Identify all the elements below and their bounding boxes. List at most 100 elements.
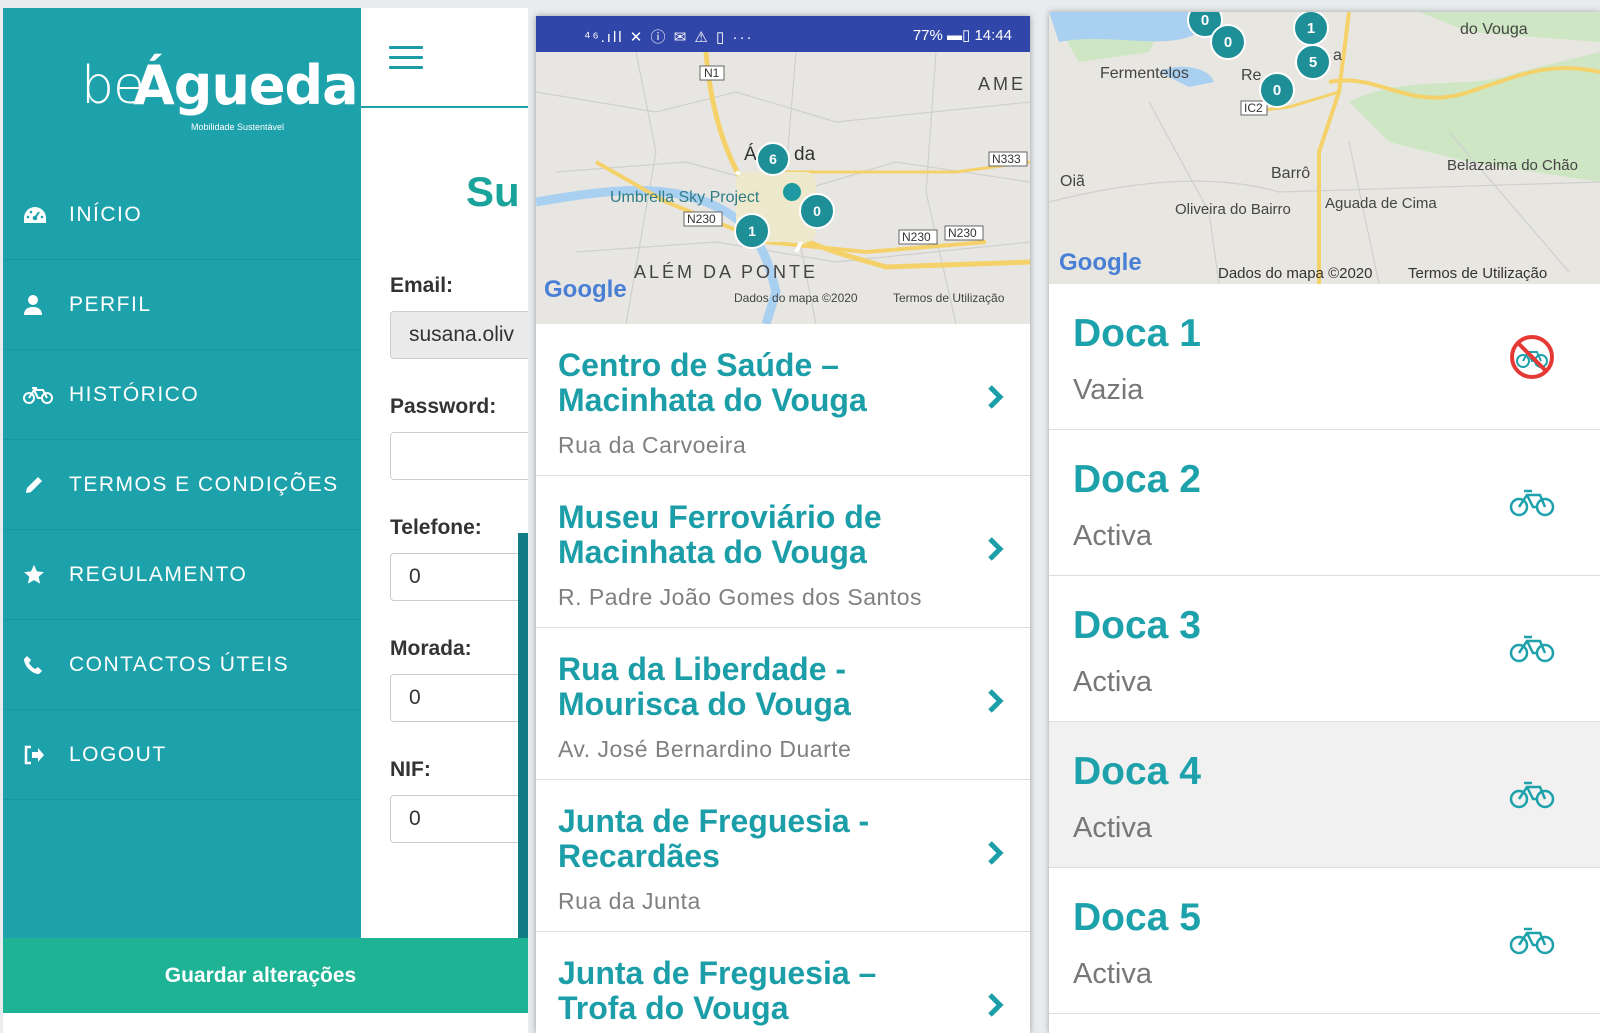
stations-map[interactable]: N1 N333 N230 N230 N230 AME ALÉM DA PONTE… (536, 52, 1030, 324)
list-item-dock[interactable]: Doca 4 Activa (1049, 722, 1600, 868)
svg-text:1: 1 (1307, 20, 1315, 37)
google-logo: Google (544, 276, 627, 303)
map-tiles: IC2 do Vouga Fermentelos Re a Oiã Barrô … (1049, 12, 1600, 284)
bicycle-icon (1509, 635, 1555, 663)
password-label: Password: (390, 395, 497, 418)
status-icons: ⁴⁶.ıll ✕ ⓘ ✉ ⚠ ▯ ··· (584, 29, 754, 46)
map-cluster-marker[interactable]: 0 (1210, 24, 1246, 60)
map-attribution: Dados do mapa ©2020 (734, 291, 858, 305)
menu-item-historico[interactable]: HISTÓRICO (3, 350, 361, 440)
dock-name: Doca 3 (1073, 604, 1201, 647)
list-item-dock[interactable]: Doca 1 Vazia (1049, 284, 1600, 430)
map-road-shield: N230 (687, 212, 716, 226)
pencil-icon (3, 474, 69, 496)
dashboard-icon (3, 204, 69, 226)
list-item-station[interactable]: Centro de Saúde – Macinhata do Vouga Rua… (536, 324, 1030, 476)
docks-map[interactable]: IC2 do Vouga Fermentelos Re a Oiã Barrô … (1049, 12, 1600, 284)
map-road-shield: N230 (948, 226, 977, 240)
map-cluster-marker[interactable]: 1 (734, 213, 770, 249)
menu-item-label: LOGOUT (69, 742, 167, 766)
map-label: Barrô (1271, 165, 1310, 182)
menu-item-label: PERFIL (69, 292, 152, 316)
menu-item-contactos[interactable]: CONTACTOS ÚTEIS (3, 620, 361, 710)
list-item-dock[interactable]: Doca 3 Activa (1049, 576, 1600, 722)
dock-name: Doca 1 (1073, 312, 1201, 355)
email-field[interactable]: susana.oliv (390, 311, 528, 359)
menu-item-termos[interactable]: TERMOS E CONDIÇÕES (3, 440, 361, 530)
chevron-right-icon[interactable] (984, 838, 1008, 868)
map-terms-link[interactable]: Termos de Utilização (1408, 265, 1547, 282)
map-road-shield: N230 (902, 230, 931, 244)
chevron-right-icon[interactable] (984, 990, 1008, 1020)
map-label: AME (978, 74, 1026, 94)
nif-field[interactable]: 0 (390, 795, 528, 843)
station-address: R. Padre João Gomes dos Santos (558, 584, 923, 610)
bicycle-icon (1509, 927, 1555, 955)
map-cluster-marker[interactable]: 0 (1259, 72, 1295, 108)
google-logo: Google (1059, 249, 1142, 276)
menu-item-regulamento[interactable]: REGULAMENTO (3, 530, 361, 620)
status-battery-time: 77% ▬▯ 14:44 (912, 27, 1012, 44)
station-name: Museu Ferroviário de Macinhata do Vouga (558, 499, 882, 570)
logo-main: Águeda (133, 54, 359, 117)
address-label: Morada: (390, 637, 472, 660)
dock-name: Doca 5 (1073, 896, 1201, 939)
list-item-station[interactable]: Museu Ferroviário de Macinhata do Vouga … (536, 476, 1030, 628)
menu-item-label: CONTACTOS ÚTEIS (69, 652, 290, 676)
svg-text:0: 0 (1201, 12, 1209, 29)
station-address: Rua da Carvoeira (558, 432, 747, 458)
save-changes-button[interactable]: Guardar alterações (3, 938, 528, 1013)
chevron-right-icon[interactable] (984, 686, 1008, 716)
map-tiles: N1 N333 N230 N230 N230 AME ALÉM DA PONTE… (536, 52, 1030, 324)
map-label-poi: Umbrella Sky Project (610, 189, 760, 206)
menu-item-inicio[interactable]: INÍCIO (3, 170, 361, 260)
menu-item-label: REGULAMENTO (69, 562, 248, 586)
list-item-station[interactable]: Junta de Freguesia – Trofa do Vouga (536, 932, 1030, 1033)
app-logo: be Águeda Mobilidade Sustentável (81, 54, 359, 136)
menu-item-logout[interactable]: LOGOUT (3, 710, 361, 800)
logo-tagline: Mobilidade Sustentável (191, 122, 285, 132)
list-item-dock[interactable]: Doca 2 Activa (1049, 430, 1600, 576)
svg-text:0: 0 (813, 203, 821, 219)
map-label: do Vouga (1460, 21, 1528, 38)
dock-status: Activa (1073, 958, 1152, 990)
menu-item-label: INÍCIO (69, 202, 143, 226)
map-label: da (794, 144, 816, 165)
list-item-station[interactable]: Rua da Liberdade - Mourisca do Vouga Av.… (536, 628, 1030, 780)
password-field[interactable] (390, 432, 528, 480)
map-cluster-marker[interactable]: 6 (756, 142, 790, 176)
map-label: Oliveira do Bairro (1175, 201, 1291, 218)
svg-text:6: 6 (769, 151, 777, 167)
user-icon (3, 294, 69, 316)
station-name: Junta de Freguesia - Recardães (558, 803, 870, 874)
station-name: Rua da Liberdade - Mourisca do Vouga (558, 651, 851, 722)
station-name: Centro de Saúde – Macinhata do Vouga (558, 347, 867, 418)
list-item-dock[interactable]: Doca 5 Activa (1049, 868, 1600, 1014)
profile-screen: be Águeda Mobilidade Sustentável INÍCIO … (3, 8, 528, 1033)
map-label: a (1333, 47, 1342, 64)
map-attribution: Dados do mapa ©2020 (1218, 265, 1373, 282)
menu-item-perfil[interactable]: PERFIL (3, 260, 361, 350)
phone-icon (3, 655, 69, 675)
map-cluster-marker[interactable]: 5 (1295, 44, 1331, 80)
svg-text:0: 0 (1224, 34, 1232, 51)
hamburger-menu-icon[interactable] (389, 46, 423, 72)
map-cluster-marker[interactable]: 0 (799, 193, 835, 229)
bicycle-icon (1509, 489, 1555, 517)
svg-text:0: 0 (1273, 82, 1281, 99)
map-road-shield: N1 (704, 66, 720, 80)
dock-name: Doca 2 (1073, 458, 1201, 501)
menu-item-label: TERMOS E CONDIÇÕES (69, 472, 339, 496)
chevron-right-icon[interactable] (984, 382, 1008, 412)
header-divider (361, 106, 528, 108)
phone-label: Telefone: (390, 516, 482, 539)
address-field[interactable]: 0 (390, 674, 528, 722)
chevron-right-icon[interactable] (984, 534, 1008, 564)
dock-name: Doca 4 (1073, 750, 1201, 793)
list-item-station[interactable]: Junta de Freguesia - Recardães Rua da Ju… (536, 780, 1030, 932)
stations-screen: ⁴⁶.ıll ✕ ⓘ ✉ ⚠ ▯ ··· 77% ▬▯ 14:44 N1 N33… (536, 16, 1030, 1033)
map-cluster-marker[interactable]: 1 (1293, 12, 1329, 46)
map-terms-link[interactable]: Termos de Utilização (893, 291, 1005, 305)
svg-text:5: 5 (1309, 54, 1317, 71)
phone-field[interactable]: 0 (390, 553, 528, 601)
